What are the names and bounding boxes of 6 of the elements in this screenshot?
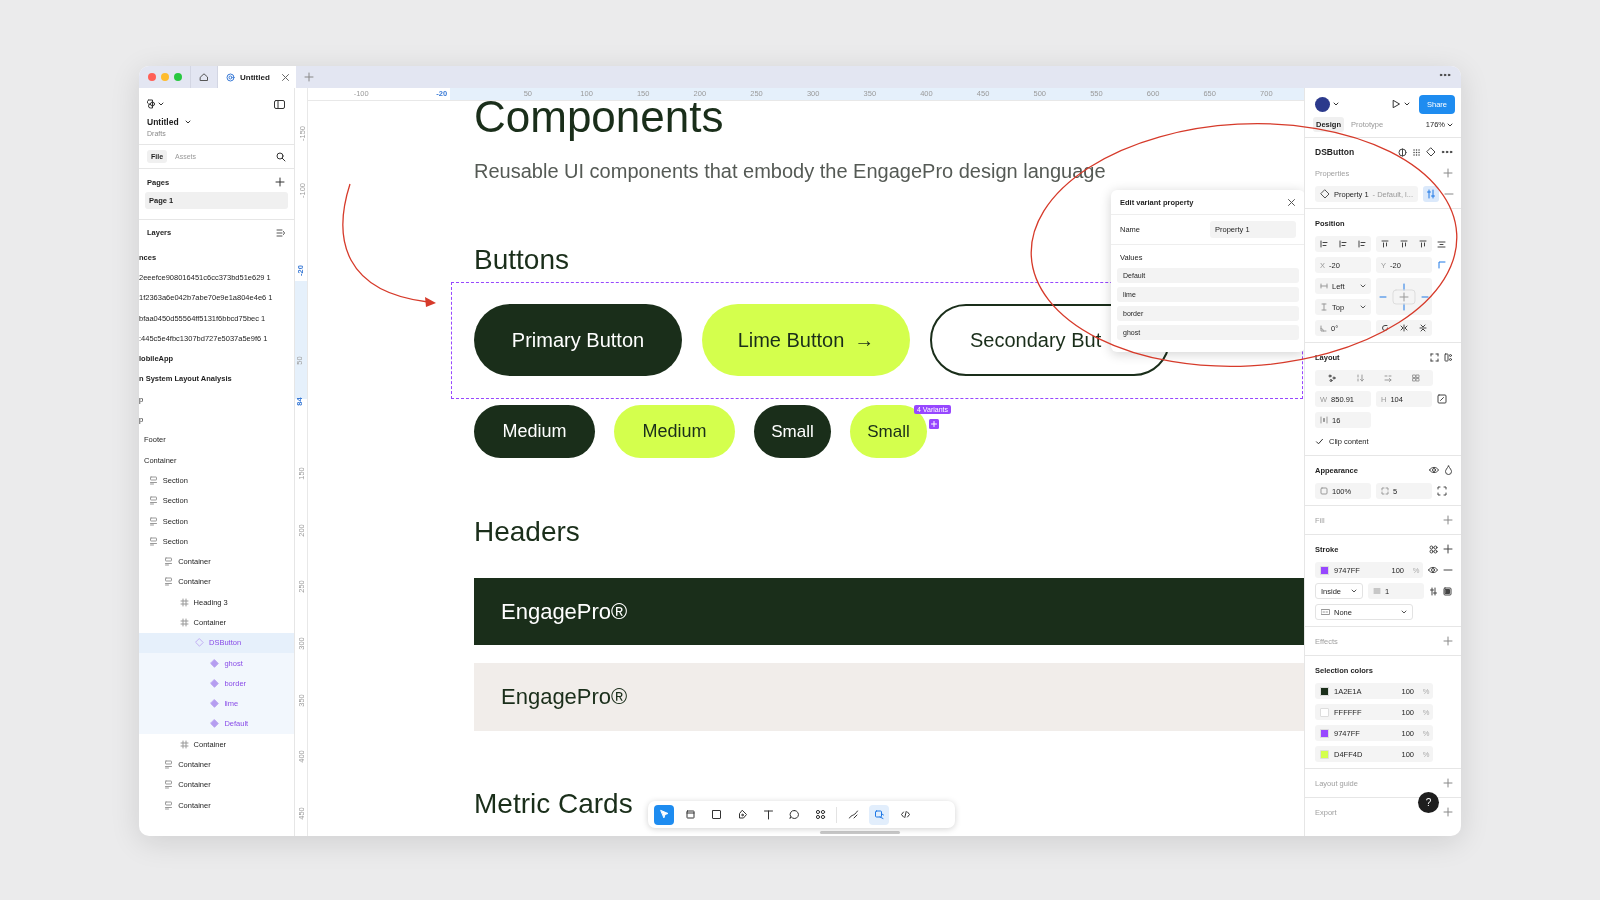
section-heading: Headers <box>474 516 580 548</box>
section-heading: Buttons <box>474 244 569 276</box>
header-bar: EngagePro® <box>474 578 1304 645</box>
section-title: DSButton <box>1315 147 1356 157</box>
section-heading: Metric Cards <box>474 788 633 820</box>
header-bar: EngagePro® <box>474 663 1304 731</box>
